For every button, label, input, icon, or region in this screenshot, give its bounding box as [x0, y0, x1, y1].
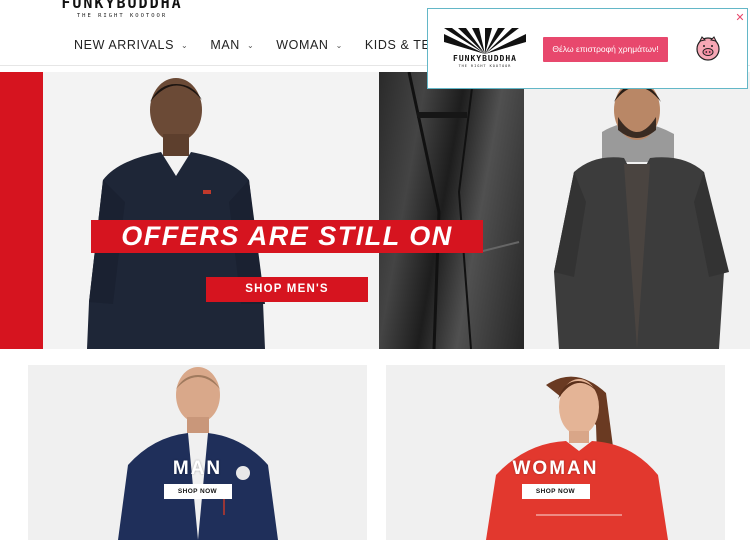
shop-now-man-button[interactable]: SHOP NOW [163, 484, 232, 499]
nav-item-label: MAN [210, 38, 240, 52]
sunburst-logo-icon [444, 28, 526, 54]
site-logo[interactable]: FUNKYBUDDHA THE RIGHT KOOTOOR [60, 0, 184, 20]
tile-photo-man [118, 367, 278, 540]
leather-jacket-closeup [407, 72, 520, 349]
popup-logo-tagline: THE RIGHT KOOTOOR [458, 64, 512, 68]
close-icon[interactable]: ✕ [734, 12, 746, 24]
logo-tagline: THE RIGHT KOOTOOR [76, 13, 168, 19]
hero-photo-jacket [379, 72, 524, 349]
logo-wordmark: FUNKYBUDDHA [61, 0, 183, 12]
hero-red-stripe [0, 72, 43, 349]
main-nav: NEW ARRIVALS ⌄ MAN ⌄ WOMAN ⌄ KIDS & TEEN… [74, 38, 480, 52]
chevron-down-icon: ⌄ [335, 40, 343, 50]
category-tile-woman[interactable]: WOMAN SHOP NOW [386, 365, 725, 540]
hero-photo-left [43, 72, 379, 349]
hero-photo-right [524, 72, 750, 349]
nav-item-woman[interactable]: WOMAN ⌄ [276, 38, 343, 52]
hero-headline: OFFERS ARE STILL ON [91, 220, 483, 253]
piggy-bank-icon[interactable] [693, 34, 723, 64]
chevron-down-icon: ⌄ [181, 40, 189, 50]
hero-model-man-sweater [87, 78, 265, 349]
nav-item-label: WOMAN [276, 38, 329, 52]
chevron-down-icon: ⌄ [246, 40, 255, 50]
hero-banner[interactable]: OFFERS ARE STILL ON SHOP MEN'S [0, 72, 750, 349]
nav-item-new-arrivals[interactable]: NEW ARRIVALS ⌄ [74, 38, 188, 52]
shop-now-woman-button[interactable]: SHOP NOW [521, 484, 590, 499]
category-tile-man[interactable]: MAN SHOP NOW [28, 365, 367, 540]
cashback-popup: FUNKYBUDDHA THE RIGHT KOOTOOR Θέλω επιστ… [427, 8, 748, 89]
tile-title-woman: WOMAN [512, 458, 599, 479]
popup-logo-wordmark: FUNKYBUDDHA [453, 54, 517, 63]
nav-item-man[interactable]: MAN ⌄ [210, 38, 254, 52]
nav-item-label: NEW ARRIVALS [74, 38, 175, 52]
tile-title-man: MAN [172, 458, 223, 479]
tile-photo-woman [486, 376, 668, 540]
cashback-button[interactable]: Θέλω επιστροφή χρημάτων! [543, 37, 668, 62]
hero-model-man-leather-jacket [554, 80, 729, 349]
popup-logo: FUNKYBUDDHA THE RIGHT KOOTOOR [444, 28, 526, 72]
shop-mens-button[interactable]: SHOP MEN'S [206, 277, 368, 302]
